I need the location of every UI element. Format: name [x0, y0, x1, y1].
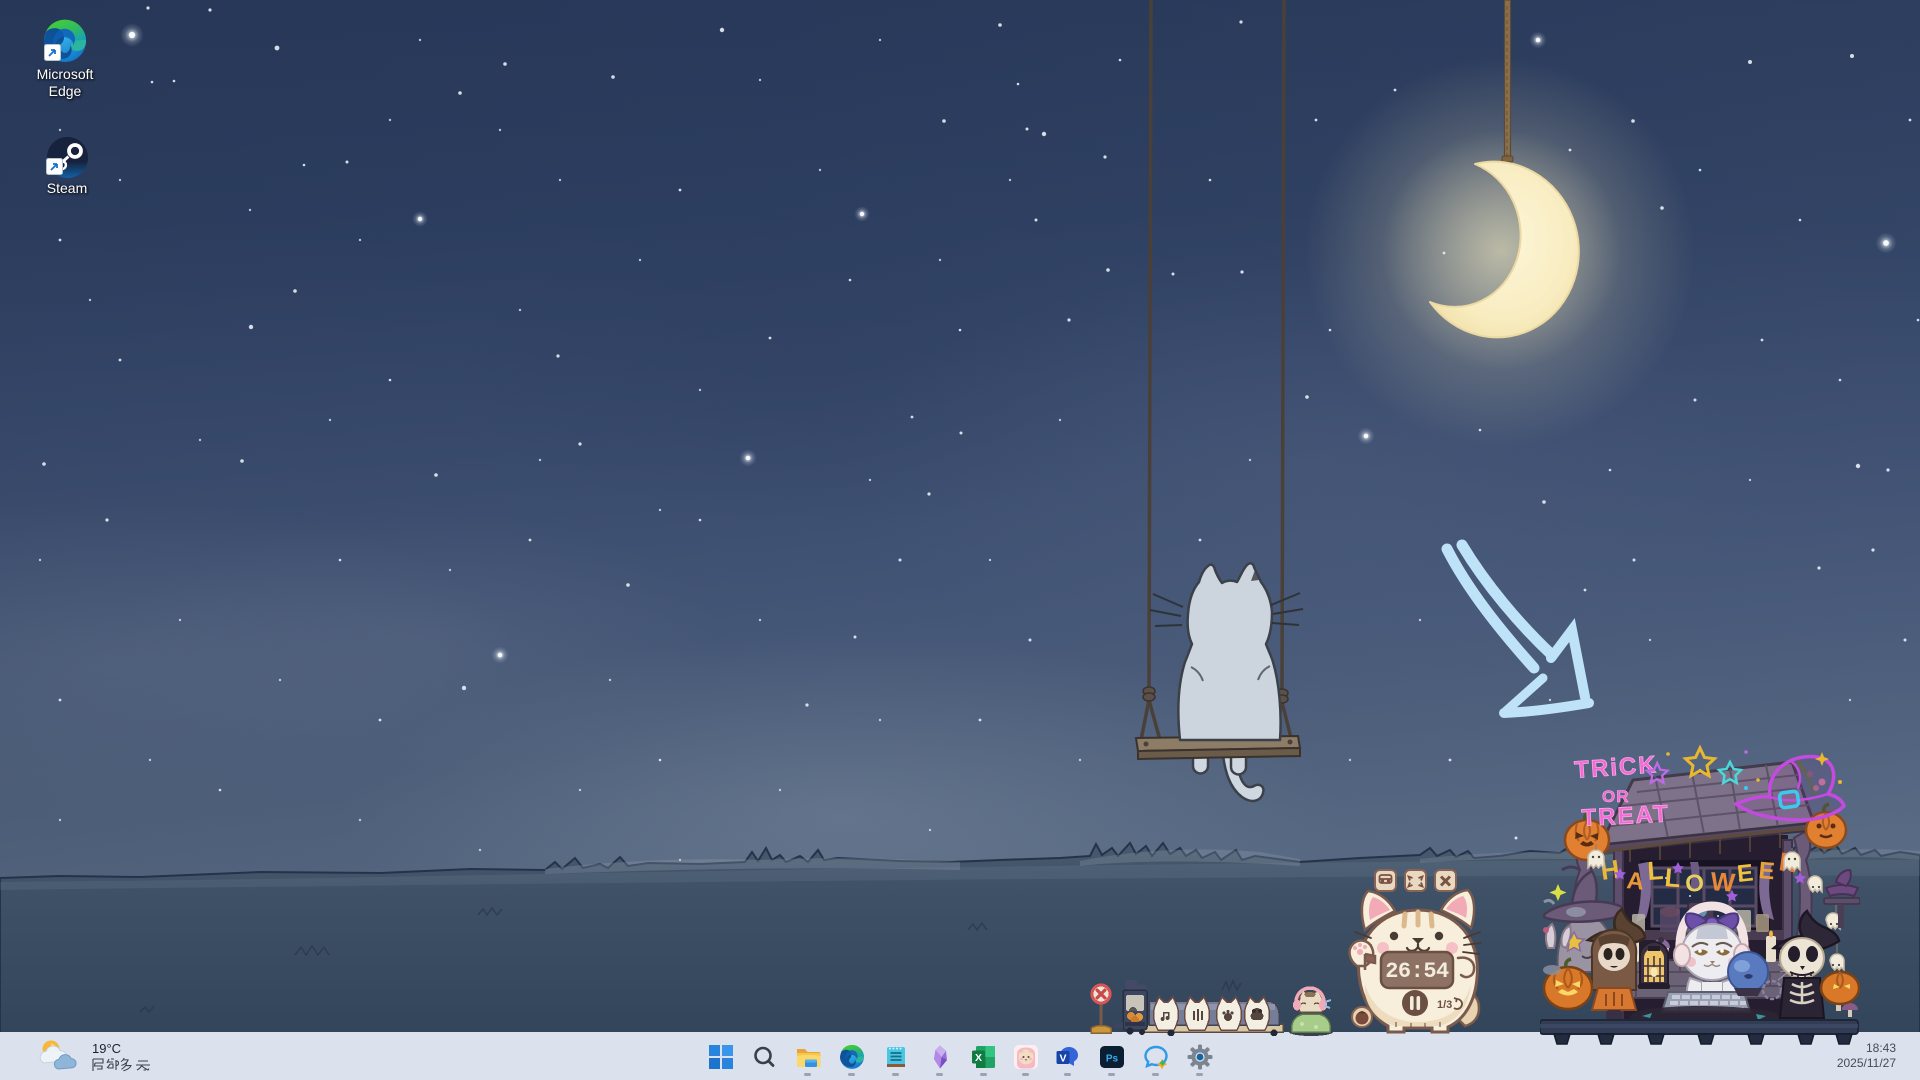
svg-text:A: A — [1625, 867, 1645, 896]
svg-text:TREAT: TREAT — [1581, 800, 1671, 832]
svg-text:26:54: 26:54 — [1385, 959, 1449, 984]
svg-text:V: V — [1059, 1053, 1066, 1065]
svg-text:E: E — [1757, 857, 1775, 885]
svg-text:Ps: Ps — [1106, 1054, 1119, 1065]
svg-text:L: L — [1646, 855, 1664, 886]
svg-text:O: O — [1684, 869, 1705, 898]
svg-text:1/3: 1/3 — [1437, 999, 1452, 1011]
svg-text:E: E — [1736, 859, 1755, 888]
svg-text:X: X — [975, 1052, 982, 1064]
